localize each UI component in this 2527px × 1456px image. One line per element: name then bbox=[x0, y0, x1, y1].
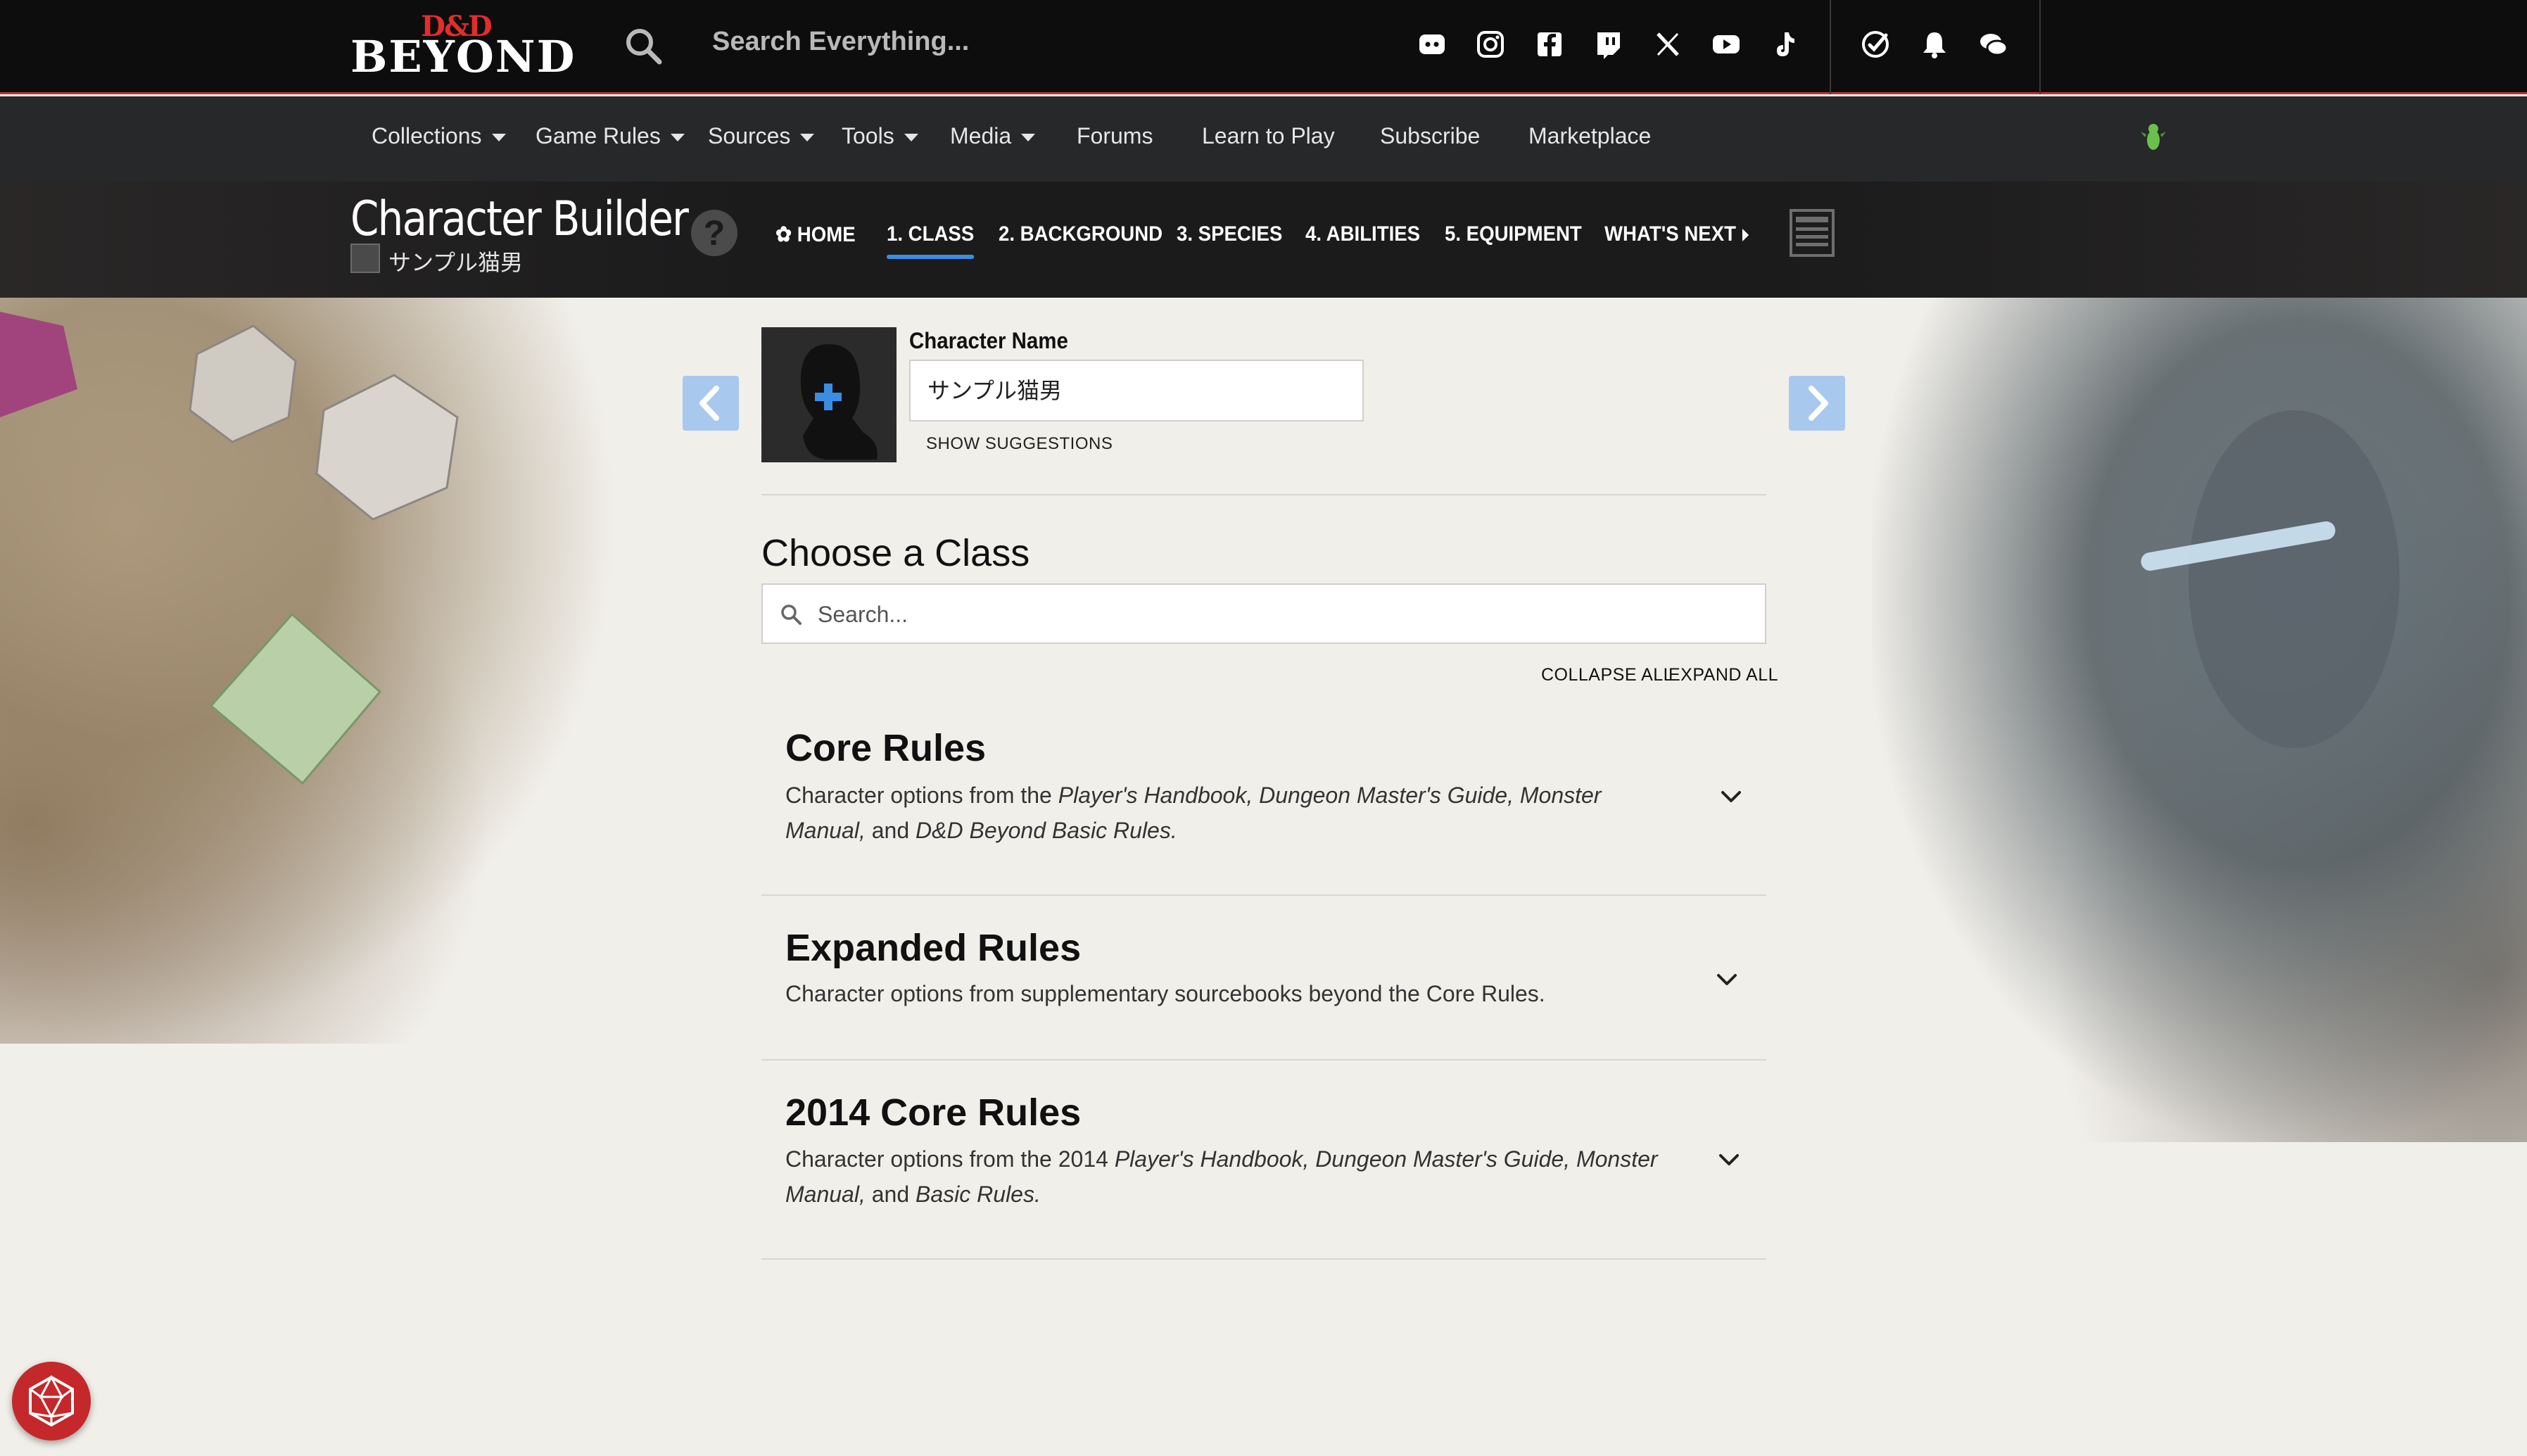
nav-label: Media bbox=[950, 123, 1012, 148]
chevron-down-icon bbox=[800, 134, 815, 142]
show-suggestions-link[interactable]: SHOW SUGGESTIONS bbox=[926, 434, 1113, 454]
class-search-placeholder: Search... bbox=[818, 602, 908, 627]
choose-class-title: Choose a Class bbox=[761, 532, 1030, 574]
search-icon bbox=[781, 604, 802, 625]
nav-forums[interactable]: Forums bbox=[1077, 123, 1153, 149]
description-text: Character options from the 2014 bbox=[785, 1146, 1115, 1172]
chevron-down-icon[interactable] bbox=[1715, 1146, 1743, 1174]
class-search-input[interactable]: Search... bbox=[761, 583, 1766, 644]
d6-dice-image bbox=[189, 324, 297, 443]
warrior-figure-image bbox=[2141, 410, 2400, 748]
previous-step-button[interactable] bbox=[683, 376, 739, 431]
top-header: D&D BEYOND Search Everything... bbox=[0, 0, 2527, 94]
chevron-left-icon bbox=[699, 386, 719, 421]
nav-game-rules[interactable]: Game Rules bbox=[536, 123, 685, 149]
d20-icon bbox=[29, 1374, 74, 1427]
dnd-beyond-logo[interactable]: D&D BEYOND bbox=[350, 10, 576, 87]
d6-dice-image bbox=[315, 374, 459, 521]
nav-label: Collections bbox=[372, 123, 482, 148]
character-subtitle: サンプル猫男 bbox=[388, 250, 524, 275]
step-home[interactable]: ✿ HOME bbox=[775, 222, 856, 247]
character-name-field[interactable]: サンプル猫男 bbox=[909, 360, 1364, 422]
step-species[interactable]: 3. SPECIES bbox=[1177, 222, 1282, 246]
twitch-icon[interactable] bbox=[1590, 27, 1626, 62]
description-text: Character options from supplementary sou… bbox=[785, 981, 1545, 1006]
d8-dice-image bbox=[209, 612, 382, 785]
chevron-down-icon[interactable] bbox=[1717, 783, 1745, 811]
nav-label: Game Rules bbox=[536, 123, 661, 148]
nav-collections[interactable]: Collections bbox=[372, 123, 506, 149]
help-button[interactable]: ? bbox=[691, 210, 737, 256]
search-icon[interactable] bbox=[623, 25, 665, 68]
group-title: 2014 Core Rules bbox=[785, 1091, 1082, 1134]
adventurers-artwork bbox=[1872, 298, 2527, 1142]
nav-sources[interactable]: Sources bbox=[708, 123, 815, 149]
group-description: Character options from the Player's Hand… bbox=[785, 778, 1672, 848]
chevron-down-icon bbox=[670, 134, 685, 142]
dragon-mascot-icon[interactable] bbox=[2139, 116, 2167, 158]
chat-icon[interactable] bbox=[1976, 27, 2011, 62]
character-name-label: Character Name bbox=[909, 328, 1068, 353]
divider bbox=[761, 894, 1766, 896]
character-sheet-icon[interactable] bbox=[1789, 208, 1835, 258]
logo-beyond-text: BEYOND bbox=[350, 31, 576, 82]
group-description: Character options from supplementary sou… bbox=[785, 976, 1672, 1011]
chevron-down-icon bbox=[1021, 134, 1036, 142]
chevron-down-icon[interactable] bbox=[1713, 966, 1741, 994]
instagram-icon[interactable] bbox=[1473, 27, 1508, 62]
nav-label: Tools bbox=[842, 123, 894, 148]
silhouette-icon bbox=[800, 344, 878, 460]
description-text: D&D Beyond Basic Rules. bbox=[916, 818, 1177, 843]
nav-label: Sources bbox=[708, 123, 791, 148]
chevron-down-icon bbox=[904, 134, 918, 142]
step-abilities[interactable]: 4. ABILITIES bbox=[1305, 222, 1420, 246]
dice-roller-button[interactable] bbox=[12, 1362, 91, 1441]
gear-icon: ✿ bbox=[775, 223, 797, 246]
chevron-down-icon bbox=[491, 134, 506, 142]
expand-all-button[interactable]: EXPAND ALL bbox=[1668, 665, 1778, 685]
step-label: WHAT'S NEXT bbox=[1604, 222, 1736, 246]
character-portrait[interactable] bbox=[761, 327, 897, 462]
tiktok-icon[interactable] bbox=[1768, 27, 1803, 62]
divider bbox=[761, 1059, 1766, 1061]
character-builder-bar: Character Builder サンプル猫男 ? ✿ HOME 1. CLA… bbox=[0, 182, 2527, 298]
caret-right-icon bbox=[1742, 229, 1749, 242]
bell-icon[interactable] bbox=[1917, 27, 1952, 62]
divider bbox=[761, 494, 1766, 495]
chevron-right-icon bbox=[1809, 386, 1828, 421]
facebook-icon[interactable] bbox=[1532, 27, 1567, 62]
step-background[interactable]: 2. BACKGROUND bbox=[999, 222, 1163, 246]
step-whats-next[interactable]: WHAT'S NEXT bbox=[1604, 222, 1749, 246]
description-text: Character options from the bbox=[785, 783, 1058, 808]
description-text: Basic Rules. bbox=[916, 1182, 1041, 1207]
dice-artwork bbox=[0, 298, 619, 1044]
header-separator bbox=[1830, 0, 1831, 94]
x-icon[interactable] bbox=[1650, 27, 1685, 62]
dice-check-icon[interactable] bbox=[1858, 27, 1893, 62]
description-text: and bbox=[865, 1182, 916, 1207]
page-title: Character Builder bbox=[350, 191, 689, 247]
discord-icon[interactable] bbox=[1414, 27, 1450, 62]
d20-dice-image bbox=[0, 312, 77, 417]
description-text: and bbox=[865, 818, 916, 843]
group-title: Expanded Rules bbox=[785, 927, 1082, 969]
nav-media[interactable]: Media bbox=[950, 123, 1036, 149]
nav-subscribe[interactable]: Subscribe bbox=[1380, 123, 1480, 149]
collapse-all-button[interactable]: COLLAPSE ALL bbox=[1541, 665, 1673, 685]
next-step-button[interactable] bbox=[1789, 376, 1845, 431]
nav-marketplace[interactable]: Marketplace bbox=[1528, 123, 1651, 149]
avatar bbox=[350, 243, 380, 273]
header-separator bbox=[2039, 0, 2041, 94]
nav-tools[interactable]: Tools bbox=[842, 123, 918, 149]
divider bbox=[761, 1258, 1766, 1260]
step-equipment[interactable]: 5. EQUIPMENT bbox=[1445, 222, 1582, 246]
step-class[interactable]: 1. CLASS bbox=[887, 222, 975, 259]
global-search-input[interactable]: Search Everything... bbox=[712, 27, 969, 57]
main-nav: Collections Game Rules Sources Tools Med… bbox=[0, 96, 2527, 182]
group-title: Core Rules bbox=[785, 727, 987, 769]
nav-learn-to-play[interactable]: Learn to Play bbox=[1202, 123, 1335, 149]
step-label: HOME bbox=[797, 223, 856, 246]
youtube-icon[interactable] bbox=[1709, 27, 1744, 62]
group-description: Character options from the 2014 Player's… bbox=[785, 1141, 1672, 1212]
